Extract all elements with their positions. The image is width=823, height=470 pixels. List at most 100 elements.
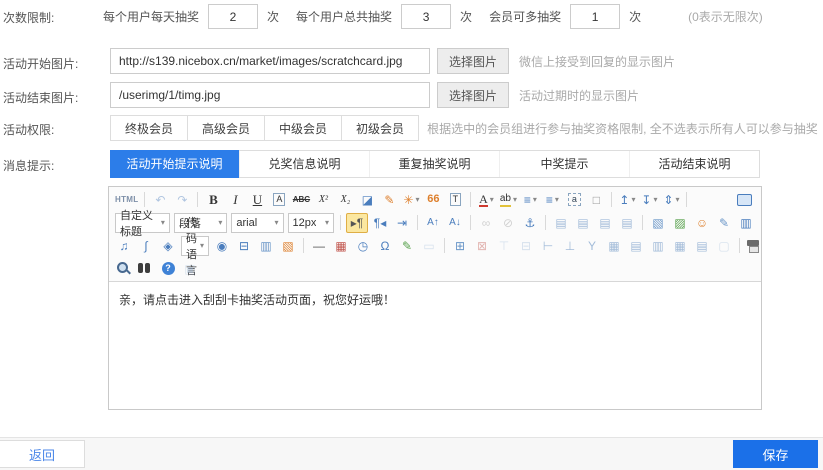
custom-title-select[interactable]: 自定义标题▾ [115,213,170,233]
delete-table-icon[interactable]: ⊠ [472,237,492,255]
daily-draw-count-input[interactable] [208,4,258,29]
insert-table-icon[interactable]: ⊞ [450,237,470,255]
message-tab[interactable]: 兑奖信息说明 [239,151,369,177]
photo-album-icon[interactable]: ▨ [670,214,690,232]
snippet-icon[interactable]: ⊟ [234,237,254,255]
music-icon[interactable]: ♫ [114,237,134,255]
unordered-list-icon[interactable]: ≡▾ [542,191,562,209]
unlink-icon[interactable]: ⊘ [498,214,518,232]
insert-video-icon[interactable]: ▥ [736,214,756,232]
template-icon[interactable]: ▧ [278,237,298,255]
message-tab[interactable]: 活动开始提示说明 [110,150,239,178]
average-rows-icon[interactable]: ▦ [670,237,690,255]
bold-icon[interactable]: B [203,191,223,209]
format-brush-icon[interactable]: ✎ [379,191,399,209]
editor-body[interactable]: 亲，请点击进入刮刮卡抽奖活动页面，祝您好运哦！ [109,282,761,409]
indent-icon[interactable]: ⇥ [392,214,412,232]
insert-code-icon[interactable]: ◉ [212,237,232,255]
message-tab[interactable]: 中奖提示 [499,151,629,177]
anchor-label-icon[interactable]: a [564,191,584,209]
char-border-icon[interactable]: A [269,191,289,209]
table-borders-icon[interactable]: ▦ [604,237,624,255]
print-icon[interactable] [745,237,765,255]
align-center-icon[interactable]: ▤ [573,214,593,232]
superscript-icon[interactable]: X² [313,191,333,209]
help-icon[interactable]: ? [158,260,178,278]
underline-icon[interactable]: U [247,191,267,209]
map-icon[interactable]: ◈ [158,237,178,255]
paragraph-space-bottom-icon[interactable]: ↧▾ [639,191,659,209]
end-image-url-input[interactable] [110,82,430,108]
message-tab[interactable]: 重复抽奖说明 [369,151,499,177]
member-group-button[interactable]: 中级会员 [264,115,342,141]
split-cell-icon[interactable]: Y [582,237,602,255]
scrawl-icon[interactable]: ✎ [714,214,734,232]
redo-icon[interactable]: ↷ [172,191,192,209]
highlight-color-icon[interactable]: ab▾ [498,191,518,209]
average-cols-icon[interactable]: ▤ [692,237,712,255]
ordered-list-icon[interactable]: ≡▾ [520,191,540,209]
limit-field-label: 会员可多抽奖 [489,8,561,25]
paragraph-space-top-icon[interactable]: ↥▾ [617,191,637,209]
align-right-icon[interactable]: ▤ [595,214,615,232]
insert-date-icon[interactable]: ▦ [331,237,351,255]
font-family-select[interactable]: arial▾ [231,213,283,233]
start-image-choose-button[interactable]: 选择图片 [437,48,509,74]
message-tabbar: 活动开始提示说明兑奖信息说明重复抽奖说明中奖提示活动结束说明 [110,150,760,178]
member-group-button[interactable]: 初级会员 [341,115,419,141]
align-left-icon[interactable]: ▤ [551,214,571,232]
font-size-down-icon[interactable]: A↓ [445,214,465,232]
merge-cells-icon[interactable]: ⊟ [516,237,536,255]
find-replace-icon[interactable] [136,260,156,278]
member-extra-draw-input[interactable] [570,4,620,29]
insert-image-icon[interactable]: ▧ [648,214,668,232]
emoji-icon[interactable]: ☺ [692,214,712,232]
remove-format-icon[interactable]: ◪ [357,191,377,209]
start-image-url-input[interactable] [110,48,430,74]
attachment-icon[interactable]: ∫ [136,237,156,255]
link-icon[interactable]: ∞ [476,214,496,232]
word-doc-icon[interactable]: ▢ [714,237,734,255]
font-size-up-icon[interactable]: A↑ [423,214,443,232]
member-group-button[interactable]: 高级会员 [187,115,265,141]
align-justify-icon[interactable]: ▤ [617,214,637,232]
toolbar-separator [470,215,471,230]
new-page-icon[interactable]: □ [586,191,606,209]
message-tab[interactable]: 活动结束说明 [629,151,759,177]
fullscreen-icon[interactable] [734,191,754,209]
columns-icon[interactable]: ▥ [256,237,276,255]
paste-icon[interactable]: ▣ [180,260,200,278]
preview-icon[interactable] [114,260,134,278]
insert-row-icon[interactable]: ⊢ [538,237,558,255]
back-button[interactable]: 返回 [0,440,85,468]
blockquote-icon[interactable]: 66 [423,191,443,209]
total-draw-count-input[interactable] [401,4,451,29]
rtl-paragraph-icon[interactable]: ¶◂ [370,214,390,232]
paste-plain-text-icon[interactable]: T [445,191,465,209]
page-break-icon[interactable]: ▭ [419,237,439,255]
member-group-button[interactable]: 终极会员 [110,115,188,141]
auto-typeset-icon[interactable]: ✳▾ [401,191,421,209]
font-size-select[interactable]: 12px▾ [288,213,334,233]
end-image-choose-button[interactable]: 选择图片 [437,82,509,108]
italic-icon[interactable]: I [225,191,245,209]
strikethrough-icon[interactable]: ABC [291,191,311,209]
table-title-icon[interactable]: ⊤ [494,237,514,255]
merge-down-icon[interactable]: ▥ [648,237,668,255]
insert-col-icon[interactable]: ⊥ [560,237,580,255]
edit-note-icon[interactable]: ✎ [397,237,417,255]
code-language-select[interactable]: 代码语言▾ [181,236,209,256]
font-color-icon[interactable]: A▾ [476,191,496,209]
paragraph-format-select[interactable]: 段落▾ [174,213,228,233]
line-height-icon[interactable]: ⇕▾ [661,191,681,209]
merge-right-icon[interactable]: ▤ [626,237,646,255]
subscript-icon[interactable]: X₂ [335,191,355,209]
save-button[interactable]: 保存 [733,440,818,468]
anchor-icon[interactable]: ⚓ [520,214,540,232]
insert-time-icon[interactable]: ◷ [353,237,373,255]
undo-icon[interactable]: ↶ [150,191,170,209]
horizontal-rule-icon[interactable]: — [309,237,329,255]
message-label: 消息提示: [3,157,54,174]
special-char-icon[interactable]: Ω [375,237,395,255]
ltr-paragraph-icon[interactable]: ▸¶ [346,213,368,233]
